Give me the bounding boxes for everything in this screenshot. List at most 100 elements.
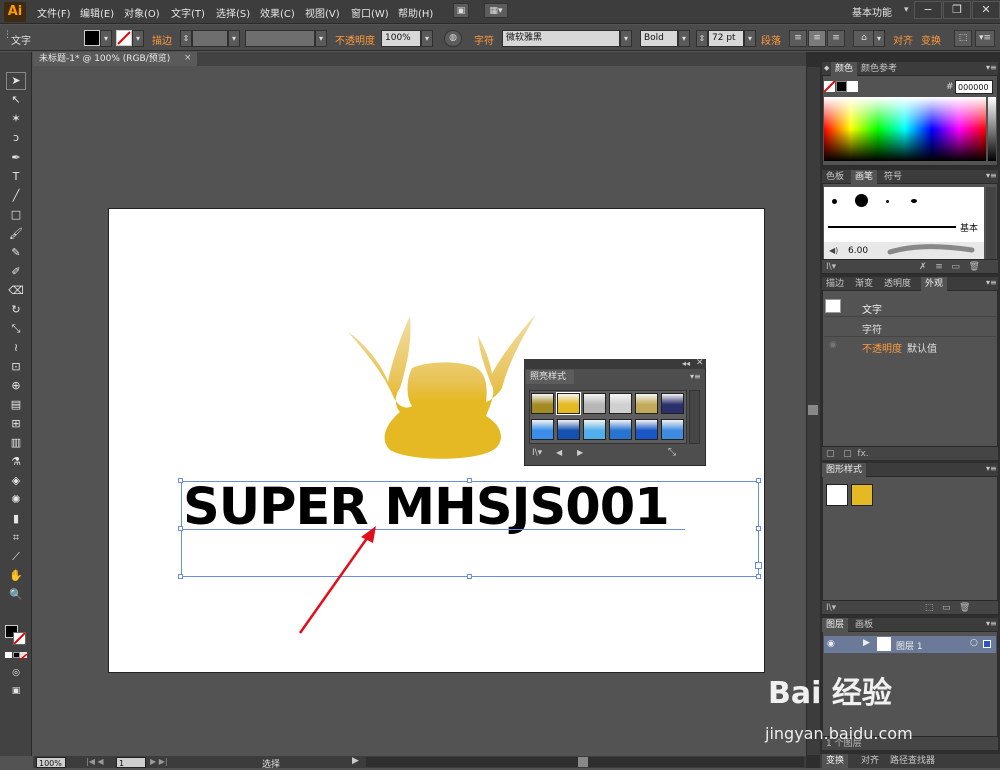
next-library-icon[interactable]: ▶ xyxy=(577,448,583,457)
collapse-icon[interactable]: ◂◂ xyxy=(682,359,690,368)
expand-layer-icon[interactable]: ▶ xyxy=(863,638,870,648)
basic-brush-stroke[interactable] xyxy=(828,226,956,228)
stroke-weight-field[interactable] xyxy=(192,30,228,47)
graphic-style-swatch[interactable] xyxy=(557,419,580,440)
layer-selection-icon[interactable] xyxy=(983,640,991,648)
menu-window[interactable]: 窗口(W) xyxy=(351,5,389,20)
tab-swatches[interactable]: 色板 xyxy=(822,170,848,184)
stroke-weight-stepper[interactable]: ⇕ xyxy=(180,30,192,47)
panel-titlebar[interactable] xyxy=(524,359,706,369)
blend-tool-icon[interactable]: ◈ xyxy=(7,473,25,489)
graphic-style-swatch[interactable] xyxy=(556,392,581,415)
rectangle-tool-icon[interactable]: □ xyxy=(7,207,25,223)
brush-options-icon[interactable]: ◀) xyxy=(829,246,838,255)
align-right-icon[interactable]: ≡ xyxy=(827,30,845,47)
scrollbar[interactable] xyxy=(689,390,700,444)
white-swatch[interactable] xyxy=(847,81,858,92)
tab-gradient[interactable]: 渐变 xyxy=(851,277,877,291)
menu-effect[interactable]: 效果(C) xyxy=(260,5,295,20)
paintbrush-tool-icon[interactable]: 🖌 xyxy=(7,226,25,242)
align-left-icon[interactable]: ≡ xyxy=(789,30,807,47)
stroke-label[interactable]: 描边 xyxy=(152,32,172,47)
previous-library-icon[interactable]: ◀ xyxy=(556,448,562,457)
panel-menu-icon[interactable]: ▾≡ xyxy=(986,63,997,72)
variable-width-field[interactable] xyxy=(245,30,315,47)
symbol-sprayer-tool-icon[interactable]: ✺ xyxy=(7,492,25,508)
graphic-style-swatch[interactable] xyxy=(635,419,658,440)
appearance-opacity-label[interactable]: 不透明度 xyxy=(862,340,902,355)
recolor-icon[interactable]: ◍ xyxy=(444,30,462,47)
warp-tool-icon[interactable]: ≀ xyxy=(7,340,25,356)
tab-symbols[interactable]: 符号 xyxy=(880,170,906,184)
draw-mode-icon[interactable]: ◎ xyxy=(7,665,25,681)
align-label[interactable]: 对齐 xyxy=(893,32,913,47)
resize-handle[interactable] xyxy=(178,478,183,483)
tab-transform[interactable]: 变换 xyxy=(822,754,849,768)
menu-object[interactable]: 对象(O) xyxy=(124,5,160,20)
menu-type[interactable]: 文字(T) xyxy=(171,5,205,20)
fill-color-swatch[interactable] xyxy=(84,30,100,46)
shape-builder-tool-icon[interactable]: ⊕ xyxy=(7,378,25,394)
menu-select[interactable]: 选择(S) xyxy=(216,5,250,20)
graphic-style-swatch[interactable] xyxy=(583,419,606,440)
panel-menu-icon[interactable]: ▾≡ xyxy=(986,619,997,628)
hex-input[interactable]: 000000 xyxy=(955,80,993,94)
envelope-warp-icon[interactable]: ⌂ xyxy=(853,30,875,47)
grayscale-ramp[interactable] xyxy=(988,97,996,161)
rotate-tool-icon[interactable]: ↻ xyxy=(7,302,25,318)
fx-button[interactable]: fx. xyxy=(857,449,868,459)
brush-dot-small[interactable] xyxy=(832,199,837,204)
variable-width-dropdown-icon[interactable]: ▾ xyxy=(315,30,327,47)
graphic-style-swatch[interactable] xyxy=(635,393,658,414)
graphic-style-swatch[interactable] xyxy=(531,393,554,414)
eraser-tool-icon[interactable]: ⌫ xyxy=(7,283,25,299)
line-tool-icon[interactable]: ╱ xyxy=(7,188,25,204)
screen-mode-icon[interactable]: ▣ xyxy=(7,683,25,699)
layer-name[interactable]: 图层 1 xyxy=(896,639,923,652)
workspace-chevron-icon[interactable]: ▾ xyxy=(904,5,909,15)
appearance-type-row[interactable]: 文字 xyxy=(862,301,882,316)
character-label[interactable]: 字符 xyxy=(474,32,494,47)
black-swatch[interactable] xyxy=(836,81,847,92)
none-color-icon[interactable] xyxy=(19,652,28,661)
collapse-arrows-icon[interactable]: ◆ xyxy=(824,64,829,72)
free-transform-tool-icon[interactable]: ⊡ xyxy=(7,359,25,375)
layer-visibility-eye-icon[interactable]: ◉ xyxy=(827,639,835,649)
tab-artboards[interactable]: 画板 xyxy=(851,618,877,632)
document-tab[interactable]: 未标题-1* @ 100% (RGB/预览) xyxy=(33,52,197,66)
fill-dropdown-icon[interactable]: ▾ xyxy=(100,30,112,47)
resize-handle[interactable] xyxy=(178,526,183,531)
tab-brushes[interactable]: 画笔 xyxy=(851,170,878,184)
control-menu-icon[interactable]: ▾≡ xyxy=(975,30,995,47)
menu-file[interactable]: 文件(F) xyxy=(37,5,71,20)
artboard-number-field[interactable]: 1 xyxy=(116,757,146,768)
artboard-tool-icon[interactable]: ⌗ xyxy=(7,530,25,546)
none-swatch[interactable] xyxy=(823,80,836,93)
font-size-stepper[interactable]: ⇕ xyxy=(696,30,708,47)
eyedropper-tool-icon[interactable]: ⚗ xyxy=(7,454,25,470)
default-style-swatch[interactable] xyxy=(826,484,848,506)
menu-view[interactable]: 视图(V) xyxy=(305,5,340,20)
graphic-style-swatch[interactable] xyxy=(661,393,684,414)
close-tab-icon[interactable]: × xyxy=(184,53,192,63)
crown-graphic[interactable] xyxy=(340,310,540,465)
perspective-grid-tool-icon[interactable]: ▤ xyxy=(7,397,25,413)
maximize-button[interactable]: ❐ xyxy=(943,1,971,19)
hand-tool-icon[interactable]: ✋ xyxy=(7,568,25,584)
selection-tool-icon[interactable]: ➤ xyxy=(6,72,26,90)
horizontal-scroll-thumb[interactable] xyxy=(578,757,588,767)
tab-color[interactable]: 颜色 xyxy=(831,62,858,76)
font-size-field[interactable]: 72 pt xyxy=(708,30,744,47)
direct-selection-tool-icon[interactable]: ↖ xyxy=(7,92,25,108)
resize-handle[interactable] xyxy=(756,574,761,579)
stroke-dropdown-icon[interactable]: ▾ xyxy=(132,30,144,47)
default-colors-icon[interactable] xyxy=(5,652,12,658)
library-menu-icon[interactable]: I\▾ xyxy=(532,448,542,458)
resize-handle[interactable] xyxy=(467,574,472,579)
graphic-style-swatch[interactable] xyxy=(583,393,606,414)
brush-dot-large[interactable] xyxy=(855,194,868,207)
appearance-character-row[interactable]: 字符 xyxy=(862,321,882,336)
resize-handle[interactable] xyxy=(756,478,761,483)
brush-dot-tiny[interactable] xyxy=(886,200,889,203)
pencil-tool-icon[interactable]: ✎ xyxy=(7,245,25,261)
